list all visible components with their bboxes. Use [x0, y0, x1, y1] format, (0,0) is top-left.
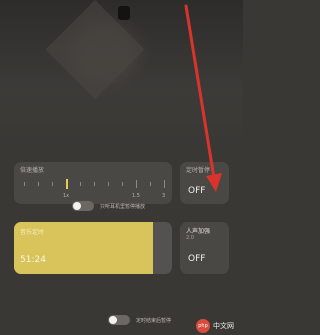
music-timer-title: 音乐定时: [20, 229, 45, 236]
speed-tick: [136, 180, 137, 188]
watermark-text: 中文网: [213, 322, 234, 330]
timer-end-pause-label: 定时结束后暂停: [136, 318, 172, 324]
speed-tick: [52, 182, 53, 186]
speed-tick: [80, 182, 81, 186]
switch-knob: [109, 316, 117, 324]
speed-thumb[interactable]: [66, 179, 68, 189]
video-background: [0, 0, 243, 150]
site-watermark: php 中文网: [196, 318, 242, 334]
timer-end-pause-switch[interactable]: [108, 315, 130, 325]
speed-tick: [94, 182, 95, 186]
php-logo-icon: php: [196, 319, 210, 333]
vocal-boost-card[interactable]: 人声加强 2.0 OFF: [180, 222, 229, 274]
timed-pause-state: OFF: [188, 186, 206, 196]
vocal-boost-state: OFF: [188, 254, 206, 264]
timed-pause-card[interactable]: 定时暂停 OFF: [180, 162, 229, 204]
speed-tick: [108, 182, 109, 186]
speed-tick: [164, 180, 165, 188]
speed-label-mid: 1.5: [132, 193, 140, 199]
earphone-pause-label: 只听耳机里暂停播放: [100, 204, 146, 210]
background-figure: [118, 6, 130, 20]
switch-knob: [73, 202, 81, 210]
speed-label-max: 3: [162, 193, 166, 199]
vocal-boost-title: 人声加强: [186, 228, 211, 235]
speed-slider[interactable]: 1x 1.5 3: [24, 176, 168, 199]
playback-speed-card[interactable]: 倍速播放 1x 1.5 3: [14, 162, 172, 204]
playback-speed-title: 倍速播放: [20, 167, 45, 174]
speed-active-label: 1x: [63, 193, 70, 199]
speed-tick: [24, 182, 25, 186]
vocal-boost-subtitle: 2.0: [186, 235, 194, 241]
music-timer-time: 51:24: [20, 255, 46, 265]
speed-tick: [150, 182, 151, 186]
timed-pause-title: 定时暂停: [186, 167, 211, 174]
speed-tick: [38, 182, 39, 186]
earphone-pause-switch[interactable]: [72, 201, 94, 211]
music-timer-card[interactable]: 音乐定时 51:24: [14, 222, 172, 274]
speed-tick: [122, 182, 123, 186]
